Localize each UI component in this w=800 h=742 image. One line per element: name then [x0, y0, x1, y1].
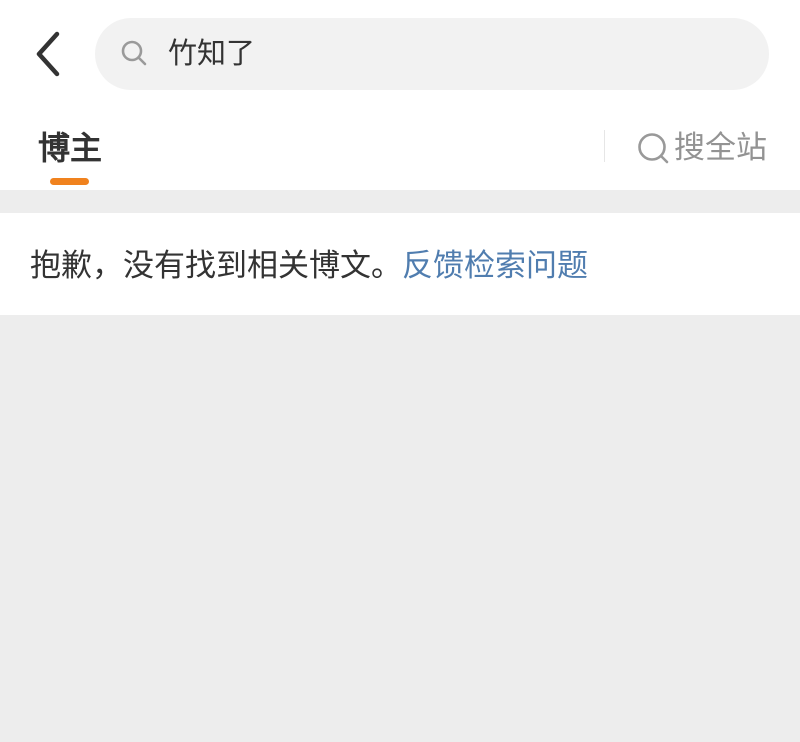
empty-result-panel: 抱歉，没有找到相关博文。反馈检索问题 — [0, 213, 800, 315]
tab-blogger[interactable]: 博主 — [38, 124, 102, 172]
active-tab-indicator — [50, 178, 89, 185]
tab-divider — [604, 130, 605, 162]
no-results-text: 抱歉，没有找到相关博文。 — [30, 248, 402, 284]
search-query-text[interactable]: 竹知了 — [168, 31, 255, 75]
chevron-left-icon — [36, 31, 60, 77]
empty-result-message: 抱歉，没有找到相关博文。反馈检索问题 — [30, 244, 588, 288]
feedback-search-issue-link[interactable]: 反馈检索问题 — [402, 248, 588, 284]
search-all-label: 搜全站 — [674, 130, 767, 166]
search-icon — [638, 133, 669, 164]
search-all-button[interactable]: 搜全站 — [636, 124, 767, 172]
search-results-page: 竹知了 博主 搜全站 抱歉，没有找到相关博文。反馈检索问题 — [0, 0, 800, 742]
back-button[interactable] — [22, 26, 74, 82]
search-icon — [121, 40, 147, 66]
search-header: 竹知了 博主 搜全站 — [0, 0, 800, 190]
